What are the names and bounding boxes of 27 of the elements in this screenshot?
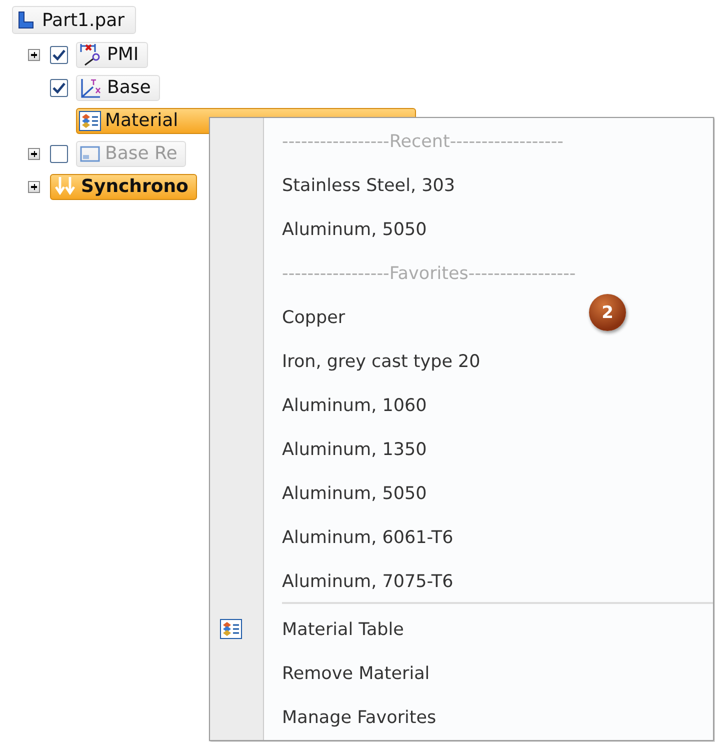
menu-item[interactable]: Iron, grey cast type 20 xyxy=(264,340,484,384)
sketch-icon xyxy=(79,144,101,164)
menu-item[interactable]: Aluminum, 7075-T6 xyxy=(264,560,458,604)
checkbox[interactable] xyxy=(50,78,68,96)
menu-item[interactable]: Material Table xyxy=(264,608,408,652)
arrows-icon xyxy=(53,176,77,198)
section-header: -----------------Recent------------------ xyxy=(281,131,564,154)
expand-icon[interactable] xyxy=(28,180,40,192)
checkbox[interactable] xyxy=(50,46,68,64)
tree-node[interactable]: Synchrono xyxy=(50,174,198,200)
part-icon xyxy=(16,10,36,30)
menu-item[interactable]: Aluminum, 1350 xyxy=(264,428,431,472)
material-icon xyxy=(79,110,101,130)
menu-item[interactable]: Aluminum, 5050 xyxy=(264,472,431,516)
menu-item[interactable]: Stainless Steel, 303 xyxy=(264,164,459,208)
tree-node[interactable]: Base xyxy=(76,74,160,100)
menu-item[interactable]: Manage Favorites xyxy=(264,696,440,740)
expand-icon[interactable] xyxy=(28,48,40,60)
section-header: -----------------Favorites----------------- xyxy=(281,263,577,286)
menu-item[interactable]: Aluminum, 1060 xyxy=(264,384,431,428)
menu-item[interactable]: Copper xyxy=(264,296,350,340)
tree-node[interactable]: PMI xyxy=(76,42,148,68)
tree-root[interactable]: Part1.par xyxy=(12,6,136,34)
menu-item[interactable]: Aluminum, 6061-T6 xyxy=(264,516,458,560)
menu-item[interactable]: Aluminum, 5050 xyxy=(264,208,431,252)
menu-item[interactable]: Remove Material xyxy=(264,652,434,696)
axes-icon xyxy=(79,76,103,98)
